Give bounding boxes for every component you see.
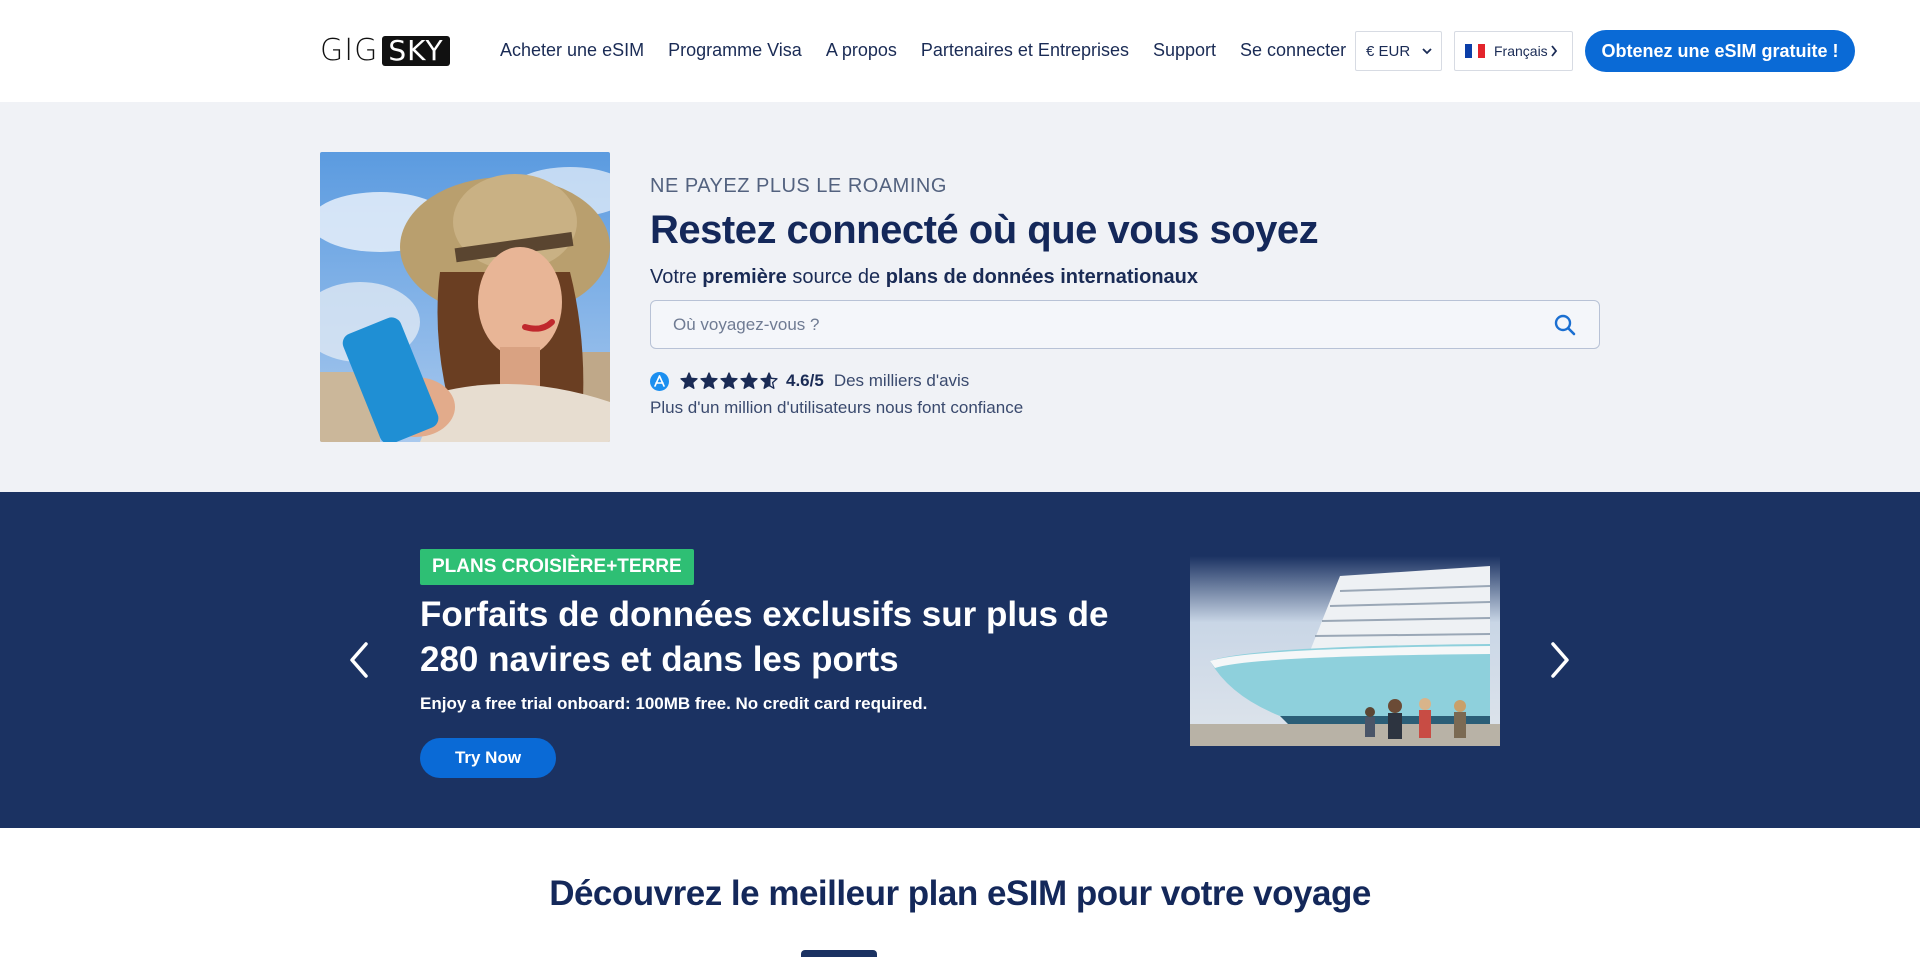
star-icon — [760, 372, 778, 389]
free-esim-button[interactable]: Obtenez une eSIM gratuite ! — [1585, 30, 1855, 72]
app-store-icon — [650, 371, 669, 391]
rating-stars — [680, 372, 780, 390]
rating-reviews-text: Des milliers d'avis — [833, 371, 970, 390]
chevron-down-icon — [1422, 48, 1432, 55]
hero-subtitle-part: Votre — [650, 266, 703, 288]
hero-subtitle-emphasis: première — [702, 266, 787, 288]
hero-woman-photo — [320, 152, 610, 442]
nav-buy-esim[interactable]: Acheter une eSIM — [500, 38, 644, 62]
hero-subtitle: Votre première source de plans de donnée… — [650, 266, 1198, 289]
nav-about[interactable]: A propos — [826, 38, 897, 62]
hero-title: Restez connecté où que vous soyez — [650, 208, 1319, 252]
hero-eyebrow: NE PAYEZ PLUS LE ROAMING — [650, 175, 947, 197]
french-flag-icon — [1465, 44, 1486, 58]
promo-subtitle: Enjoy a free trial onboard: 100MB free. … — [420, 694, 928, 713]
logo-wordmark-sky: SKY — [382, 36, 450, 66]
plans-section-title: Découvrez le meilleur plan eSIM pour vot… — [549, 874, 1371, 913]
main-nav: Acheter une eSIM Programme Visa A propos… — [500, 38, 1370, 62]
rating-score: 4.6/5 — [786, 371, 824, 390]
language-select[interactable]: Français — [1454, 31, 1573, 71]
promo-title: Forfaits de données exclusifs sur plus d… — [420, 595, 1109, 679]
plans-section: Découvrez le meilleur plan eSIM pour vot… — [0, 828, 1920, 957]
hero-subtitle-part: source de — [786, 266, 886, 288]
chevron-right-icon — [1551, 642, 1569, 678]
trust-text: Plus d'un million d'utilisateurs nous fo… — [650, 398, 1024, 417]
cruise-ship-photo — [1190, 556, 1500, 746]
currency-value: € EUR — [1366, 42, 1411, 60]
destination-search — [650, 300, 1600, 349]
nav-partners[interactable]: Partenaires et Entreprises — [921, 38, 1129, 62]
app-rating: 4.6/5 Des milliers d'avis — [650, 368, 969, 394]
search-icon[interactable] — [1553, 313, 1577, 337]
star-icon — [700, 372, 718, 389]
plans-tab-indicator[interactable] — [801, 950, 877, 957]
nav-login[interactable]: Se connecter — [1240, 38, 1346, 62]
site-header: GIG SKY Acheter une eSIM Programme Visa A… — [0, 0, 1920, 102]
promo-carousel: PLANS CROISIÈRE+TERRE Forfaits de donnée… — [0, 492, 1920, 828]
star-icon — [720, 372, 738, 389]
language-value: Français — [1494, 43, 1548, 59]
star-icon — [740, 372, 758, 389]
logo-wordmark-gig: GIG — [320, 33, 379, 68]
currency-select[interactable]: € EUR — [1355, 31, 1442, 71]
nav-support[interactable]: Support — [1153, 38, 1216, 62]
destination-search-input[interactable] — [673, 314, 1533, 336]
carousel-prev-button[interactable] — [339, 635, 379, 685]
hero-subtitle-emphasis: plans de données internationaux — [885, 266, 1198, 288]
chevron-left-icon — [350, 642, 368, 678]
carousel-next-button[interactable] — [1540, 635, 1580, 685]
hero-section: NE PAYEZ PLUS LE ROAMING Restez connecté… — [0, 102, 1920, 492]
nav-visa-program[interactable]: Programme Visa — [668, 38, 802, 62]
promo-badge: PLANS CROISIÈRE+TERRE — [420, 549, 694, 585]
try-now-button[interactable]: Try Now — [420, 738, 556, 778]
chevron-right-icon — [1550, 45, 1557, 57]
star-icon — [680, 372, 698, 389]
gigsky-logo[interactable]: GIG SKY — [320, 34, 476, 68]
